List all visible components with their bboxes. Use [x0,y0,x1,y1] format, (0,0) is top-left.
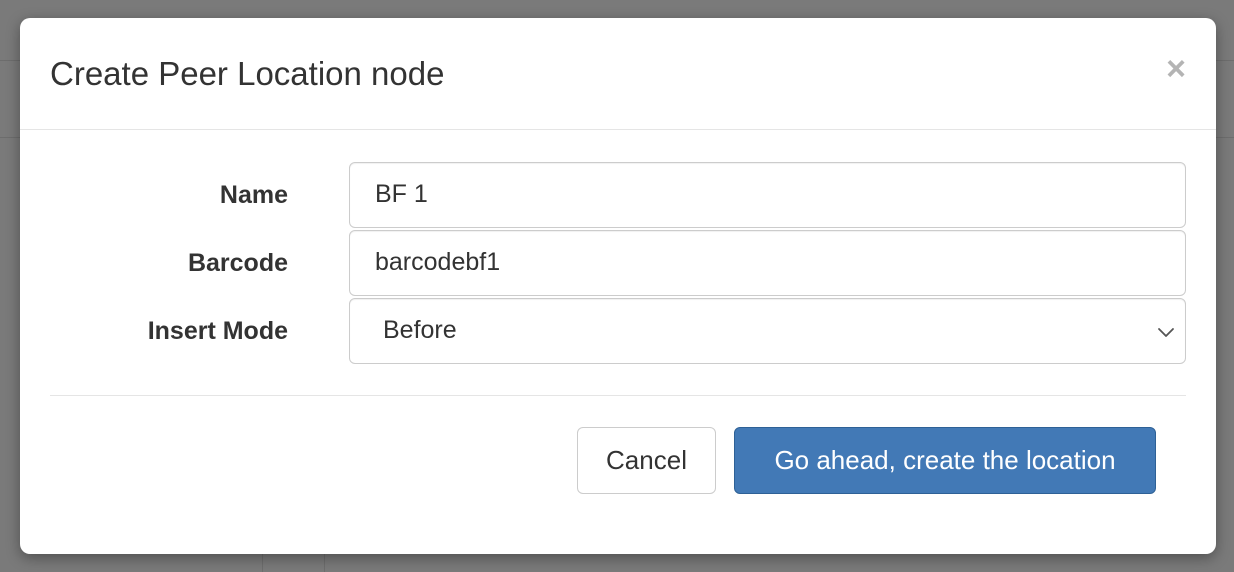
chevron-down-icon [1158,328,1174,337]
modal-header: Create Peer Location node × [20,18,1216,130]
insert-mode-selected-value: Before [383,316,457,344]
modal-title: Create Peer Location node [50,55,445,92]
barcode-input[interactable]: barcodebf1 [349,230,1186,296]
close-icon[interactable]: × [1166,52,1186,86]
insert-mode-select[interactable]: Before [349,298,1186,364]
footer-divider [50,395,1186,396]
create-location-button[interactable]: Go ahead, create the location [734,427,1156,494]
create-location-modal: Create Peer Location node × Name BF 1 Ba… [20,18,1216,554]
name-input[interactable]: BF 1 [349,162,1186,228]
form-row-name: Name BF 1 [20,162,1216,228]
form-row-insert-mode: Insert Mode Before [20,298,1216,364]
name-label: Name [219,181,288,209]
barcode-label: Barcode [187,249,288,277]
form-row-barcode: Barcode barcodebf1 [20,230,1216,296]
insert-mode-label: Insert Mode [147,317,288,345]
cancel-button[interactable]: Cancel [577,427,716,494]
